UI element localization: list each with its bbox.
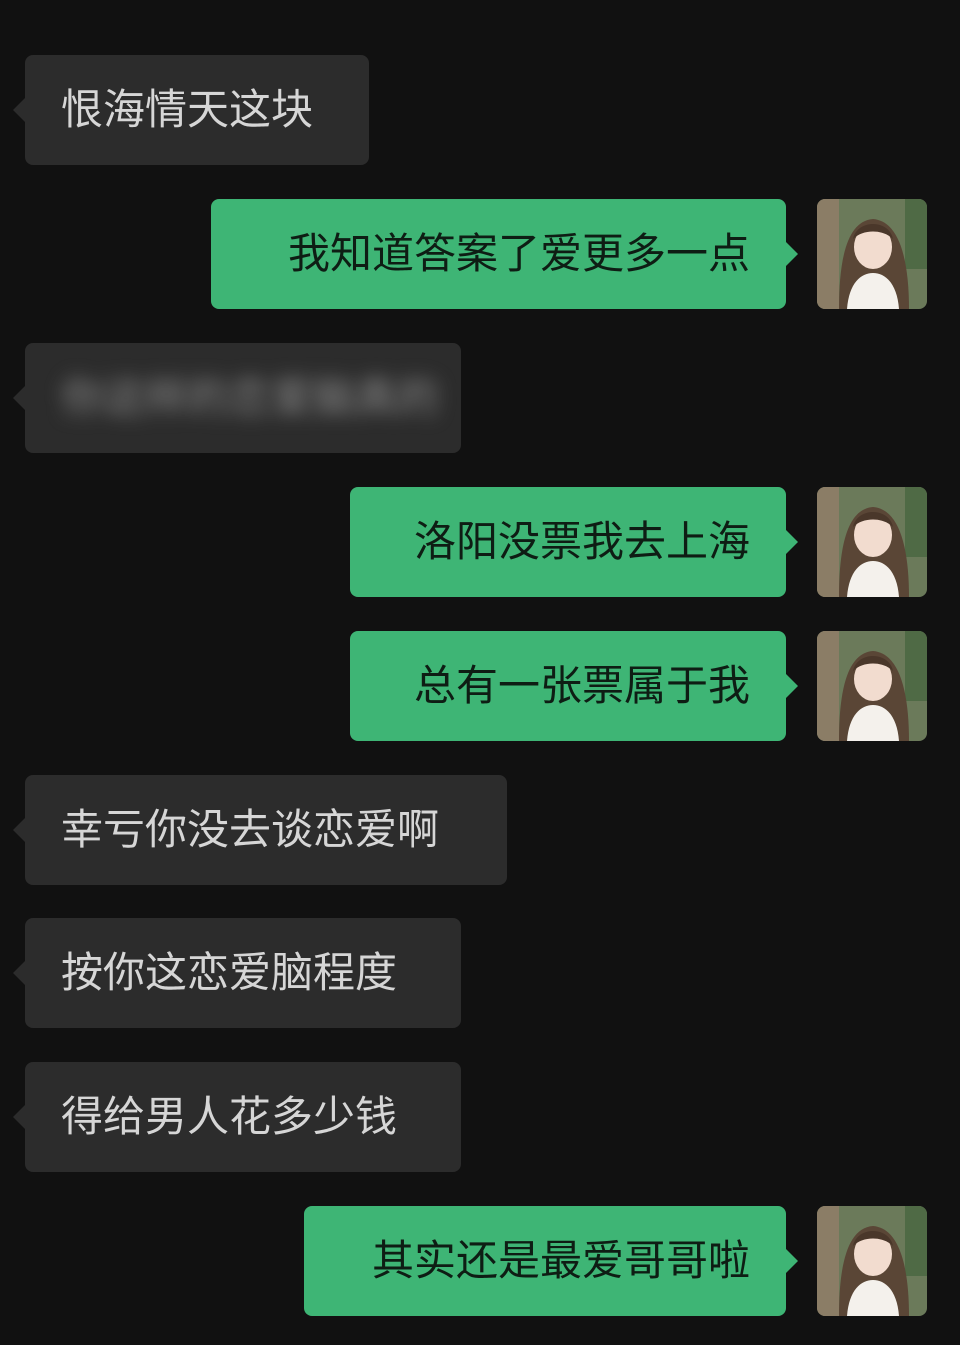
message-row: 恨海情天这块 — [0, 55, 960, 165]
message-text: 你这样的恋爱脑真的 — [61, 373, 440, 422]
incoming-message-bubble[interactable]: 按你这恋爱脑程度 — [13, 918, 461, 1028]
message-text: 恨海情天这块 — [61, 85, 314, 134]
message-text: 得给男人花多少钱 — [61, 1092, 398, 1141]
outgoing-message-bubble[interactable]: 我知道答案了爱更多一点 — [211, 199, 798, 309]
message-row: 我知道答案了爱更多一点 — [0, 199, 960, 309]
message-row: 得给男人花多少钱 — [0, 1062, 960, 1172]
user-photo-avatar-icon — [817, 1206, 927, 1316]
user-photo-avatar-icon — [817, 631, 927, 741]
message-row: 其实还是最爱哥哥啦 — [0, 1206, 960, 1316]
avatar[interactable] — [817, 199, 927, 309]
chat-message-list[interactable]: 恨海情天这块 我知道答案了爱更多一点 你这样的恋爱脑真的 洛阳没票我去上海 总有… — [0, 0, 960, 1345]
incoming-message-bubble[interactable]: 幸亏你没去谈恋爱啊 — [13, 775, 507, 885]
incoming-message-bubble[interactable]: 恨海情天这块 — [13, 55, 369, 165]
message-row: 按你这恋爱脑程度 — [0, 918, 960, 1028]
outgoing-message-bubble[interactable]: 其实还是最爱哥哥啦 — [304, 1206, 798, 1316]
outgoing-message-bubble[interactable]: 洛阳没票我去上海 — [350, 487, 798, 597]
message-text: 其实还是最爱哥哥啦 — [371, 1236, 750, 1285]
avatar[interactable] — [817, 1206, 927, 1316]
avatar[interactable] — [817, 487, 927, 597]
message-text: 按你这恋爱脑程度 — [61, 948, 398, 997]
outgoing-message-bubble[interactable]: 总有一张票属于我 — [350, 631, 798, 741]
message-row: 总有一张票属于我 — [0, 631, 960, 741]
user-photo-avatar-icon — [817, 487, 927, 597]
message-text: 我知道答案了爱更多一点 — [287, 229, 750, 278]
message-row: 幸亏你没去谈恋爱啊 — [0, 775, 960, 885]
incoming-message-bubble[interactable]: 你这样的恋爱脑真的 — [13, 343, 461, 453]
message-text: 总有一张票属于我 — [413, 661, 750, 710]
user-photo-avatar-icon — [817, 199, 927, 309]
message-row: 你这样的恋爱脑真的 — [0, 343, 960, 453]
message-text: 洛阳没票我去上海 — [413, 517, 750, 566]
avatar[interactable] — [817, 631, 927, 741]
message-row: 洛阳没票我去上海 — [0, 487, 960, 597]
incoming-message-bubble[interactable]: 得给男人花多少钱 — [13, 1062, 461, 1172]
message-text: 幸亏你没去谈恋爱啊 — [61, 805, 440, 854]
